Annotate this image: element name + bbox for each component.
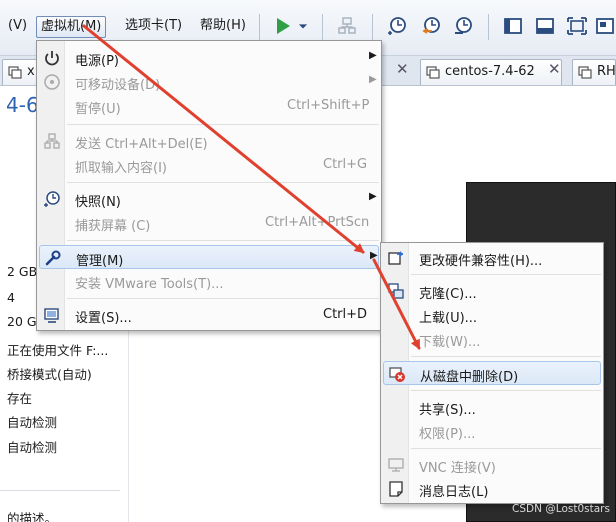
tab-label: RH [597,64,616,79]
detail-usb: 存在 [7,391,33,406]
menu-item-power[interactable]: 电源(P) ▶ [39,46,379,70]
menu-view[interactable]: (V) [4,16,31,38]
watermark: CSDN @Lost0stars [512,503,610,515]
menu-vm[interactable]: 虚拟机(M) [36,16,107,38]
menu-item-change-hardware[interactable]: 更改硬件兼容性(H)... [383,246,601,270]
submenu-arrow-icon: ▶ [369,50,377,61]
hardware-compat-icon [388,251,403,265]
library-view-icon[interactable] [500,13,526,39]
vm-icon [8,66,22,79]
dropdown-arrow-icon[interactable] [294,13,312,39]
menu-separator [67,298,379,299]
menu-separator [67,124,379,125]
menu-item-pause: 暂停(U) Ctrl+Shift+P [75,98,370,117]
detail-display: 自动检测 [7,440,58,455]
tab-rh[interactable]: RH [572,59,616,85]
play-icon[interactable] [270,13,296,39]
detail-processors: 4 [7,290,15,305]
power-icon [45,51,59,66]
menu-separator [67,240,379,241]
unity-icon[interactable] [594,13,616,39]
snapshot-revert-icon[interactable] [418,13,444,39]
snapshot-manager-icon[interactable] [450,13,476,39]
vm-icon [578,66,592,79]
network-icon [44,133,60,149]
snapshot-take-icon[interactable] [384,13,410,39]
menu-item-vnc: VNC 连接(V) [383,453,601,477]
toolbar-separator [322,14,323,40]
menu-item-snapshot[interactable]: 快照(N) ▶ [39,187,379,211]
menu-item-removable-devices: 可移动设备(D) ▶ [39,70,379,94]
detail-disk: 20 G [7,314,37,329]
tab-centos[interactable]: centos-7.4-62 [420,59,562,85]
snapshot-icon [44,191,60,207]
submenu-arrow-icon: ▶ [369,191,377,202]
menu-item-share[interactable]: 共享(S)... [383,395,601,419]
close-icon[interactable]: ✕ [396,60,409,78]
menu-item-message-log[interactable]: 消息日志(L) [383,477,601,501]
tab-label: centos-7.4-62 [445,64,535,79]
clone-icon [388,283,404,299]
menu-item-install-tools: 安装 VMware Tools(T)... [75,277,224,292]
vnc-icon [388,458,404,472]
detail-cd: 正在使用文件 F:... [7,343,109,358]
menu-item-upload[interactable]: 上载(U)... [383,303,601,327]
vm-menu: 电源(P) ▶ 可移动设备(D) ▶ 暂停(U) Ctrl+Shift+P 发送… [36,40,382,331]
settings-icon [44,308,59,323]
disc-icon [44,74,60,90]
menu-tabs[interactable]: 选项卡(T) [121,16,186,38]
menu-separator [411,356,601,357]
network-icon[interactable] [334,13,360,39]
manage-submenu: 更改硬件兼容性(H)... 克隆(C)... 上载(U)... 下载(W)...… [380,242,604,504]
tab-label: x [27,64,35,79]
menu-separator [411,448,601,449]
toolbar-separator [372,14,373,40]
close-icon[interactable]: ✕ [548,60,561,78]
menu-help[interactable]: 帮助(H) [196,16,250,38]
menu-item-send-cad: 发送 Ctrl+Alt+Del(E) [39,129,379,153]
detail-sound: 自动检测 [7,415,58,430]
submenu-arrow-icon: ▶ [370,250,378,261]
submenu-arrow-icon: ▶ [369,74,377,85]
menu-separator [411,274,601,275]
menu-item-clone[interactable]: 克隆(C)... [383,279,601,303]
menu-item-settings[interactable]: 设置(S)... Ctrl+D [39,303,379,327]
toolbar-separator [488,14,489,40]
vm-title: 4-6 [6,93,39,117]
menu-item-grab-input: 抓取输入内容(I) Ctrl+G [75,157,368,176]
wrench-icon [45,250,61,266]
menu-item-delete-from-disk[interactable]: 从磁盘中删除(D) [383,361,601,385]
menu-item-manage[interactable]: 管理(M) ▶ [39,245,379,269]
description-text: 的描述。 [7,511,58,522]
console-view-icon[interactable] [532,13,558,39]
message-log-icon [389,481,403,497]
menu-separator [67,182,379,183]
vm-icon [426,66,440,79]
detail-memory: 2 GB [7,264,38,279]
delete-disk-icon [389,367,405,382]
divider [0,490,120,491]
toolbar-separator [259,14,260,40]
detail-network: 桥接模式(自动) [7,367,92,382]
fullscreen-icon[interactable] [564,13,590,39]
menu-separator [411,390,601,391]
tab-vm-1[interactable]: x [2,59,38,85]
menu-item-permissions: 权限(P)... [419,427,476,442]
menu-item-capture-screen: 捕获屏幕 (C) Ctrl+Alt+PrtScn [75,215,370,234]
menu-item-download: 下载(W)... [419,335,481,350]
